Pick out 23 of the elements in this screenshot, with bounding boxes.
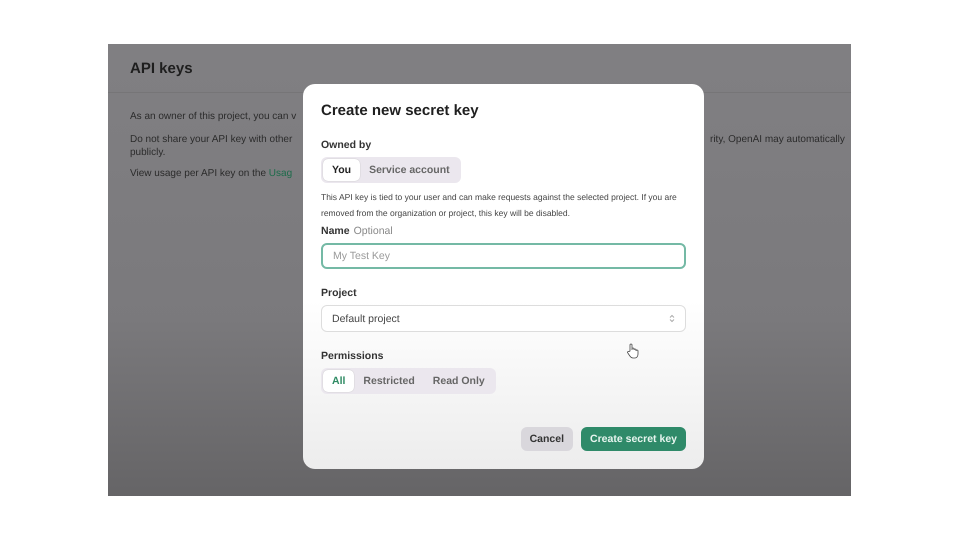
page-title: API keys — [130, 60, 193, 76]
hand-cursor-icon — [626, 343, 640, 359]
create-button[interactable]: Create secret key — [581, 427, 686, 451]
permission-tab[interactable]: Restricted — [354, 370, 424, 392]
paragraph-text: publicly. — [130, 147, 166, 158]
field-label: Permissions — [321, 350, 384, 362]
permission-tab[interactable]: Read Only — [424, 370, 494, 392]
name-input[interactable]: My Test Key — [321, 243, 686, 269]
dialog-title: Create new secret key — [321, 102, 480, 119]
paragraph-text: rity, OpenAI may automatically — [710, 133, 845, 147]
cancel-button[interactable]: Cancel — [520, 427, 574, 451]
permission-tab[interactable]: All — [323, 370, 354, 392]
field-label: Project — [321, 287, 357, 299]
paragraph-text: Do not share your API key with other — [130, 133, 294, 147]
optional-hint: Optional — [354, 225, 393, 237]
field-label: Owned by — [321, 139, 372, 151]
field-label: Name — [321, 225, 350, 237]
owner-tab[interactable]: You — [323, 159, 360, 181]
description-text: This API key is tied to your user and can make requests against the selected project. If you are removed from the organization or project, this key will be disabled. — [321, 191, 678, 220]
chevron-updown-icon — [669, 314, 675, 323]
paragraph-text: As an owner of this project, you can v — [130, 110, 298, 124]
project-select[interactable]: Default project — [321, 305, 686, 332]
owner-tab[interactable]: Service account — [360, 159, 459, 181]
